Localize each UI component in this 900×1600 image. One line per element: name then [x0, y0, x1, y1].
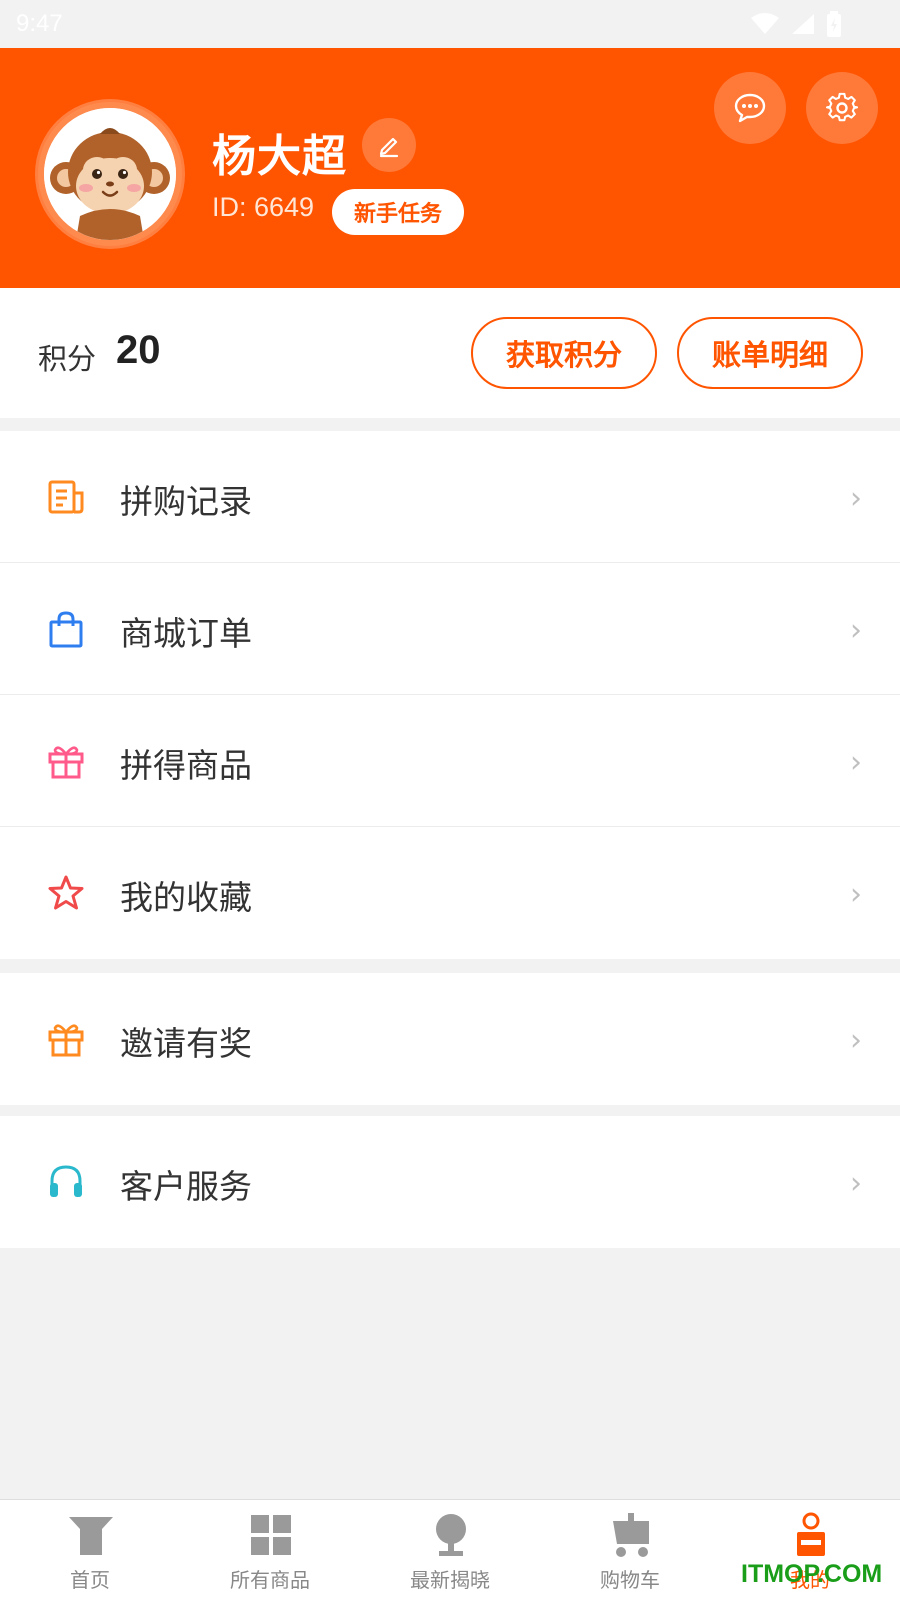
message-button[interactable] [714, 72, 786, 144]
chevron-right-icon: › [850, 745, 862, 780]
newbie-task-button[interactable]: 新手任务 [332, 189, 465, 235]
gear-icon [826, 92, 858, 122]
menu-group-invite: 邀请有奖 › [0, 973, 900, 1105]
status-bar: 9:47 [0, 0, 900, 48]
chevron-right-icon: › [850, 1023, 862, 1058]
tab-all-products[interactable]: 所有商品 [180, 1500, 360, 1600]
menu-group-orders: 拼购记录 › 商城订单 › 拼得商品 › 我的收藏 › [0, 431, 900, 959]
status-icons [750, 11, 884, 37]
points-label: 积分 [38, 342, 97, 376]
chevron-right-icon: › [850, 613, 862, 648]
tab-label: 所有商品 [230, 1568, 310, 1592]
person-icon [788, 1512, 834, 1558]
bill-details-button[interactable]: 账单明细 [677, 317, 863, 389]
menu-item-customer-service[interactable]: 客户服务 › [0, 1116, 900, 1248]
chat-bubble-icon [734, 93, 766, 123]
document-icon [46, 477, 86, 517]
menu-item-group-buy-records[interactable]: 拼购记录 › [0, 431, 900, 563]
menu-item-mall-orders[interactable]: 商城订单 › [0, 563, 900, 695]
tab-home[interactable]: 首页 [0, 1500, 180, 1600]
signal-icon [792, 14, 814, 34]
get-points-button[interactable]: 获取积分 [471, 317, 657, 389]
tab-label: 首页 [70, 1568, 110, 1592]
battery-icon [827, 11, 841, 37]
gift-icon [46, 741, 86, 781]
menu-item-won-products[interactable]: 拼得商品 › [0, 695, 900, 827]
home-icon [68, 1512, 114, 1558]
menu-item-invite-rewards[interactable]: 邀请有奖 › [0, 973, 900, 1105]
menu-group-service: 客户服务 › [0, 1116, 900, 1248]
shopping-bag-icon [46, 609, 86, 649]
menu-item-label: 我的收藏 [120, 878, 252, 917]
cart-icon [608, 1512, 654, 1558]
gift-icon [46, 1019, 86, 1059]
chevron-right-icon: › [850, 481, 862, 516]
menu-item-label: 邀请有奖 [120, 1024, 252, 1063]
menu-item-label: 拼购记录 [120, 482, 252, 521]
points-bar: 积分 20 获取积分 账单明细 [0, 288, 900, 418]
menu-item-label: 客户服务 [120, 1167, 252, 1206]
chevron-right-icon: › [850, 877, 862, 912]
monkey-avatar-icon [44, 108, 176, 240]
user-id: ID: 6649 [212, 192, 315, 222]
watermark: ITMOP.COM [741, 1560, 883, 1588]
status-time: 9:47 [16, 10, 63, 37]
settings-button[interactable] [806, 72, 878, 144]
edit-profile-button[interactable] [362, 118, 416, 172]
tab-latest-results[interactable]: 最新揭晓 [360, 1500, 540, 1600]
menu-item-favorites[interactable]: 我的收藏 › [0, 827, 900, 959]
grid-icon [248, 1512, 294, 1558]
profile-header: 杨大超 ID: 6649 新手任务 [0, 48, 900, 288]
star-icon [46, 873, 86, 913]
tab-label: 购物车 [600, 1568, 660, 1592]
menu-item-label: 拼得商品 [120, 746, 252, 785]
pencil-icon [379, 137, 399, 158]
user-name: 杨大超 [212, 131, 347, 182]
wifi-icon [751, 13, 779, 34]
menu-item-label: 商城订单 [120, 614, 252, 653]
headset-icon [46, 1162, 86, 1202]
chevron-right-icon: › [850, 1166, 862, 1201]
trophy-icon [428, 1512, 474, 1558]
points-value: 20 [116, 328, 161, 372]
avatar[interactable] [38, 102, 182, 246]
tab-label: 最新揭晓 [410, 1568, 490, 1592]
tab-cart[interactable]: 购物车 [540, 1500, 720, 1600]
